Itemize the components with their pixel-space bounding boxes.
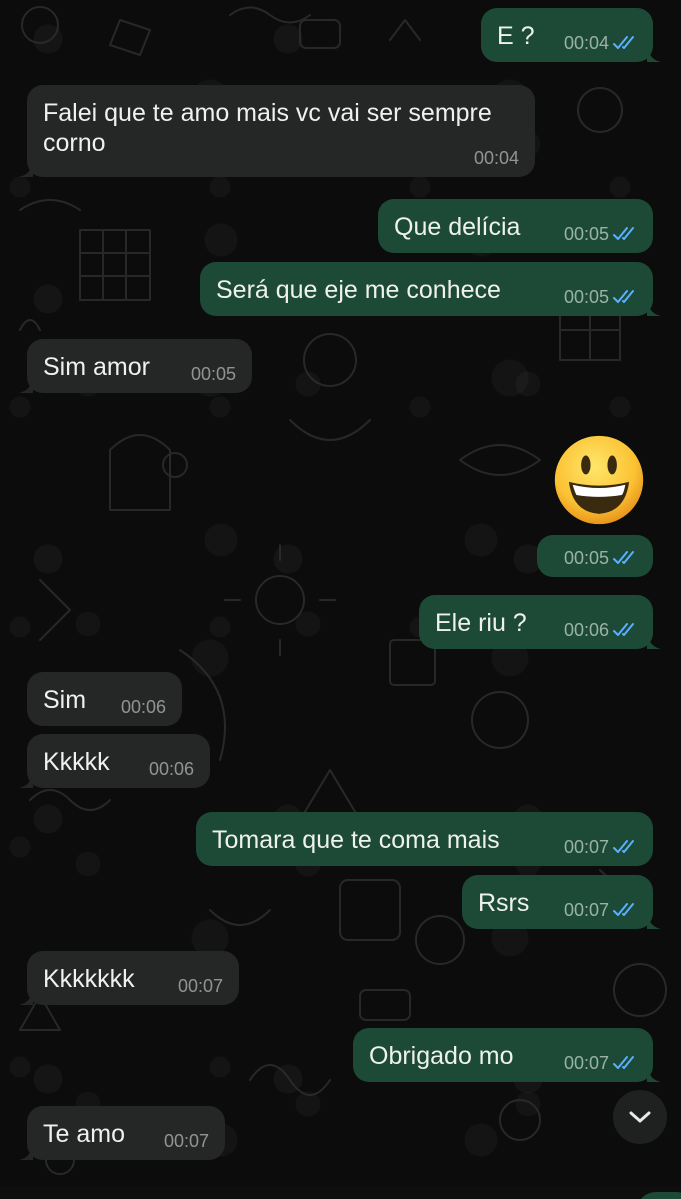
message-bubble-outgoing[interactable]: Rsrs 00:07 <box>462 875 661 929</box>
bubble-tail <box>647 633 661 649</box>
chat-background: E ? 00:04 Falei que te amo mais vc vai s… <box>0 0 681 1199</box>
message-meta: 00:07 <box>564 1053 639 1073</box>
chevron-down-icon <box>629 1111 651 1123</box>
message-meta: 00:05 <box>564 224 639 244</box>
double-check-icon <box>613 227 634 240</box>
emoji-message-meta-bubble[interactable]: 00:05 <box>537 535 653 577</box>
message-text: Rsrs <box>478 889 530 917</box>
message-text: E ? <box>497 22 535 50</box>
message-bubble-outgoing[interactable]: Será que eje me conhece 00:05 <box>200 262 661 316</box>
message-bubble-incoming[interactable]: Sim 00:06 <box>27 672 182 726</box>
message-bubble-incoming[interactable]: Kkkkk 00:06 <box>19 734 210 788</box>
message-text: Kkkkkkk <box>43 965 135 993</box>
message-meta: 00:07 <box>564 900 639 920</box>
bubble-tail <box>19 377 33 393</box>
message-time: 00:05 <box>563 224 609 244</box>
grinning-face-emoji[interactable] <box>552 433 646 527</box>
message-time: 00:07 <box>177 976 223 996</box>
message-bubble-incoming[interactable]: Falei que te amo mais vc vai ser sempre … <box>19 85 535 177</box>
message-bubble-outgoing[interactable]: Que delícia 00:05 <box>378 199 653 253</box>
message-time: 00:07 <box>563 900 609 920</box>
message-bubble-outgoing[interactable]: Tomara que te coma mais 00:07 <box>196 812 653 866</box>
message-time: 00:05 <box>190 364 236 384</box>
bubble-tail <box>647 300 661 316</box>
message-text: Kkkkk <box>43 748 110 776</box>
message-time: 00:04 <box>563 33 609 53</box>
message-text: Sim amor <box>43 353 150 381</box>
message-text: Será que eje me conhece <box>216 276 501 304</box>
message-bubble-incoming[interactable]: Te amo 00:07 <box>19 1106 225 1160</box>
message-meta: 00:06 <box>564 620 639 640</box>
bubble-tail <box>647 913 661 929</box>
double-check-icon <box>613 623 634 636</box>
message-time: 00:06 <box>148 759 194 779</box>
message-time: 00:07 <box>563 837 609 857</box>
message-bubble-outgoing[interactable]: Obrigado mo 00:07 <box>353 1028 661 1082</box>
message-text: Obrigado mo <box>369 1042 514 1070</box>
double-check-icon <box>613 840 634 853</box>
message-bubble-outgoing[interactable]: Ele riu ? 00:06 <box>419 595 661 649</box>
message-text: Te amo <box>43 1120 125 1148</box>
bubble-tail <box>19 161 33 177</box>
double-check-icon <box>613 903 634 916</box>
message-time: 00:06 <box>120 697 166 717</box>
message-time: 00:05 <box>563 287 609 307</box>
message-time: 00:07 <box>563 1053 609 1073</box>
double-check-icon <box>613 1056 634 1069</box>
message-text: Ele riu ? <box>435 609 527 637</box>
message-time: 00:05 <box>563 548 609 568</box>
bubble-tail <box>19 989 33 1005</box>
message-bubble-incoming[interactable]: Sim amor 00:05 <box>19 339 252 393</box>
message-time: 00:06 <box>563 620 609 640</box>
bubble-tail <box>647 1066 661 1082</box>
message-meta: 00:06 <box>121 697 166 717</box>
message-time: 00:04 <box>473 148 519 168</box>
bubble-tail <box>647 46 661 62</box>
double-check-icon <box>613 551 634 564</box>
message-meta: 00:04 <box>474 148 519 168</box>
bubble-tail <box>19 772 33 788</box>
message-meta: 00:05 <box>564 548 639 568</box>
message-meta: 00:05 <box>191 364 236 384</box>
bubble-tail <box>19 1144 33 1160</box>
message-time: 00:07 <box>163 1131 209 1151</box>
scroll-to-bottom-button[interactable] <box>613 1090 667 1144</box>
message-bubble-outgoing[interactable]: E ? 00:04 <box>481 8 661 62</box>
message-bubble-incoming[interactable]: Kkkkkkk 00:07 <box>19 951 239 1005</box>
message-text: Tomara que te coma mais <box>212 826 500 854</box>
message-meta: 00:06 <box>149 759 194 779</box>
message-text: Sim <box>43 686 87 714</box>
double-check-icon <box>613 290 634 303</box>
message-meta: 00:04 <box>564 33 639 53</box>
message-meta: 00:07 <box>164 1131 209 1151</box>
message-meta: 00:05 <box>564 287 639 307</box>
message-text: Falei que te amo mais vc vai ser sempre … <box>43 99 492 157</box>
message-meta: 00:07 <box>564 837 639 857</box>
double-check-icon <box>613 36 634 49</box>
composer-bar-edge <box>0 1186 681 1199</box>
message-meta: 00:07 <box>178 976 223 996</box>
message-text: Que delícia <box>394 213 521 241</box>
